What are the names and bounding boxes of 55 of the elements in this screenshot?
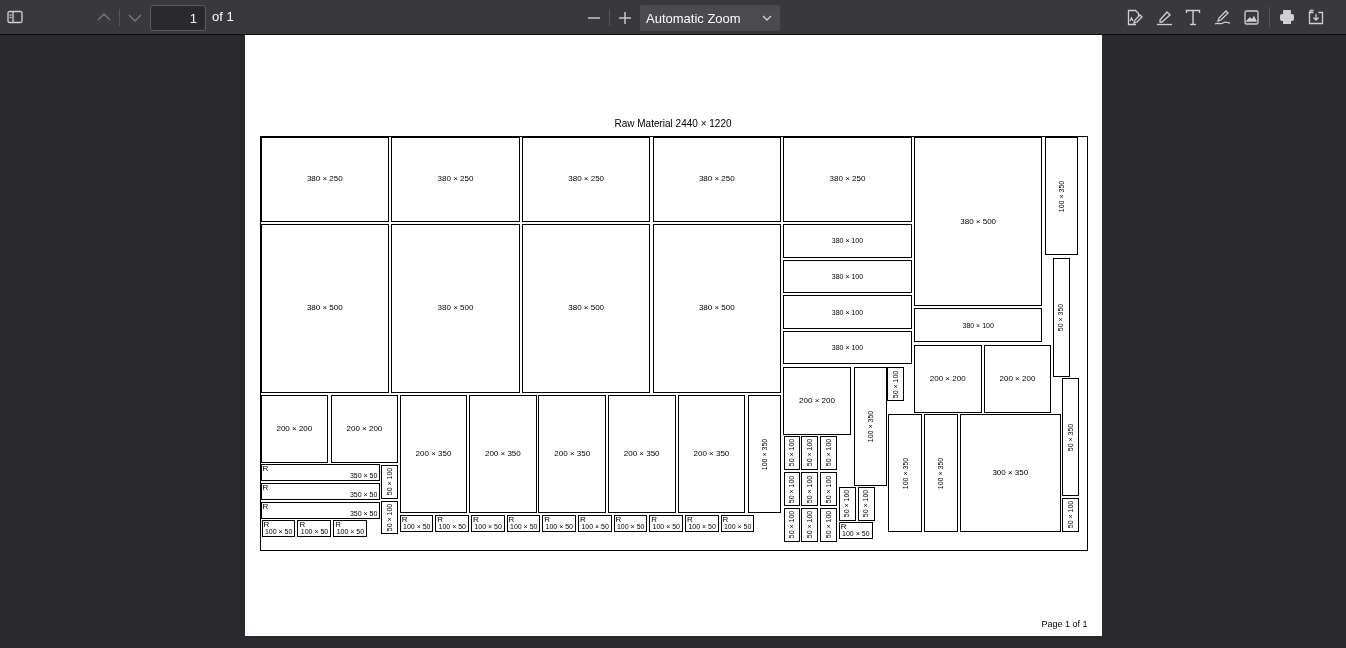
piece-label: 380 × 250 — [698, 175, 735, 184]
chevron-up-icon[interactable] — [97, 12, 111, 22]
rotation-mark: R — [508, 516, 515, 525]
piece-label: 200 × 350 — [693, 450, 730, 459]
rotation-mark: R — [262, 502, 269, 511]
image-icon[interactable] — [1244, 10, 1259, 25]
piece-label: 380 × 250 — [306, 175, 343, 184]
piece-label: 380 × 500 — [568, 304, 605, 313]
piece-label: 200 × 200 — [799, 397, 835, 406]
piece-label: 200 × 350 — [554, 450, 591, 459]
piece-label: 200 × 200 — [929, 374, 966, 383]
piece-label: 380 × 500 — [698, 304, 735, 313]
piece-label: 200 × 350 — [415, 450, 452, 459]
diagram-title: Raw Material 2440 × 1220 — [613, 119, 733, 129]
rotation-mark: R — [437, 516, 443, 525]
caret-icon — [762, 15, 772, 22]
piece-label: 380 × 250 — [568, 175, 605, 184]
piece-label: 380 × 250 — [829, 175, 866, 184]
piece-label: 200 × 350 — [623, 450, 660, 459]
rotation-mark: R — [615, 516, 622, 525]
print-icon[interactable] — [1279, 9, 1295, 25]
rotation-mark: R — [263, 520, 270, 529]
pen-icon[interactable] — [1214, 9, 1231, 26]
rotation-mark: R — [401, 516, 408, 525]
highlighter-icon[interactable] — [1156, 9, 1173, 26]
rotation-mark: R — [262, 465, 269, 473]
piece-label: 200 × 200 — [276, 424, 313, 433]
page-footer: Page 1 of 1 — [1041, 620, 1088, 629]
chevron-down-icon[interactable] — [128, 13, 142, 23]
piece-label: 300 × 350 — [992, 469, 1029, 478]
piece-label: 380 × 500 — [437, 304, 474, 313]
sidebar-toggle-icon[interactable] — [7, 10, 23, 24]
rotation-mark: R — [840, 522, 847, 531]
zoom-in-icon[interactable] — [618, 11, 632, 25]
rotation-mark: R — [299, 520, 306, 529]
piece-label: 380 × 500 — [960, 217, 997, 226]
piece-label: 200 × 200 — [346, 424, 383, 433]
rotation-mark: R — [687, 516, 693, 525]
rotation-mark: R — [580, 516, 586, 525]
rotation-mark: R — [651, 516, 657, 525]
piece-label: 200 × 350 — [484, 450, 521, 459]
rotation-mark: R — [544, 516, 550, 525]
text-tool-icon[interactable] — [1185, 9, 1201, 26]
zoom-select[interactable]: Automatic Zoom — [640, 5, 780, 31]
rotation-mark: R — [262, 483, 269, 492]
piece-label: 380 × 250 — [437, 175, 474, 184]
page-number-field[interactable]: 1 — [150, 5, 206, 31]
page-total: of 1 — [212, 10, 234, 23]
rotation-mark: R — [473, 516, 479, 525]
piece-label: 200 × 200 — [999, 374, 1036, 383]
edit-document-icon[interactable] — [1126, 9, 1143, 26]
save-icon[interactable] — [1308, 9, 1324, 25]
piece-label: 380 × 500 — [306, 304, 343, 313]
rotation-mark: R — [722, 516, 729, 525]
rotation-mark: R — [335, 520, 342, 529]
